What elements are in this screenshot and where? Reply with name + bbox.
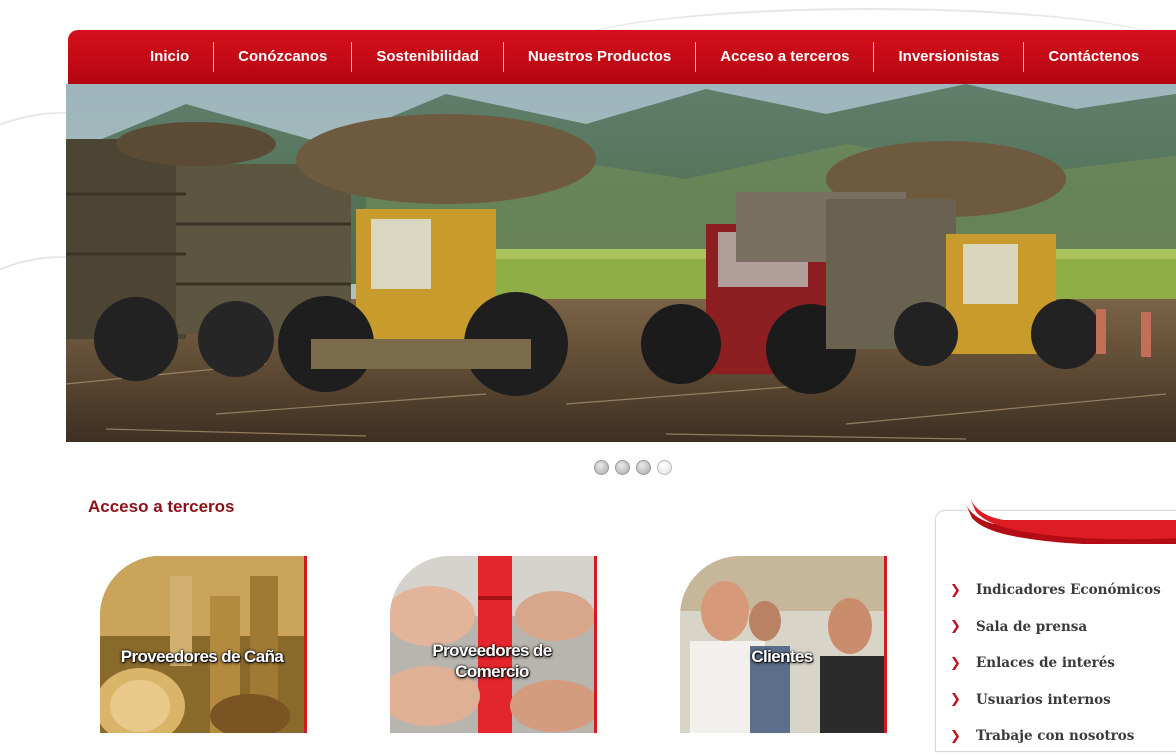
slider-dot[interactable] [594, 460, 609, 475]
chevron-right-icon: ❯ [950, 619, 961, 635]
nav-item-inicio[interactable]: Inicio [124, 42, 213, 72]
slider-dot[interactable] [636, 460, 651, 475]
section-title: Acceso a terceros [88, 497, 235, 516]
ribbon-decoration [964, 498, 1176, 544]
card-proveedores-comercio[interactable]: Proveedores de Comercio [390, 556, 597, 733]
nav-item-conozcanos[interactable]: Conózcanos [213, 42, 351, 72]
card-label: Proveedores de Caña [100, 646, 304, 667]
card-proveedores-cana[interactable]: Proveedores de Caña [100, 556, 307, 733]
sidebar-item-enlaces-de-interes[interactable]: ❯ Enlaces de interés [950, 645, 1161, 682]
main-nav: Inicio Conózcanos Sostenibilidad Nuestro… [68, 30, 1176, 84]
card-image [100, 556, 304, 733]
slider-dots [594, 460, 672, 475]
card-label-line: Comercio [455, 662, 529, 681]
slider-dot-active[interactable] [657, 460, 672, 475]
nav-item-inversionistas[interactable]: Inversionistas [873, 42, 1023, 72]
card-label-line: Proveedores de [432, 641, 552, 660]
sidebar-item-sala-de-prensa[interactable]: ❯ Sala de prensa [950, 609, 1161, 646]
card-image [680, 556, 884, 733]
chevron-right-icon: ❯ [950, 582, 961, 598]
sidebar-item-trabaje-con-nosotros[interactable]: ❯ Trabaje con nosotros [950, 718, 1161, 755]
chevron-right-icon: ❯ [950, 655, 961, 671]
card-label: Clientes [680, 646, 884, 667]
hero-image [66, 84, 1176, 442]
sidebar-item-label: Enlaces de interés [976, 655, 1115, 672]
card-label-line: Proveedores de Caña [120, 647, 284, 666]
sidebar-item-label: Usuarios internos [976, 691, 1111, 708]
nav-item-acceso-a-terceros[interactable]: Acceso a terceros [695, 42, 873, 72]
sidebar-item-label: Indicadores Económicos [976, 582, 1161, 599]
chevron-right-icon: ❯ [950, 692, 961, 708]
nav-item-sostenibilidad[interactable]: Sostenibilidad [351, 42, 503, 72]
slider-dot[interactable] [615, 460, 630, 475]
sidebar-links: ❯ Indicadores Económicos ❯ Sala de prens… [950, 572, 1161, 755]
nav-item-nuestros-productos[interactable]: Nuestros Productos [502, 42, 695, 72]
card-label-line: Clientes [751, 647, 813, 666]
sidebar-item-usuarios-internos[interactable]: ❯ Usuarios internos [950, 682, 1161, 719]
nav-item-contactenos[interactable]: Contáctenos [1023, 42, 1163, 72]
card-clientes[interactable]: Clientes [680, 556, 887, 733]
hero-banner[interactable] [66, 84, 1176, 442]
sidebar-item-label: Trabaje con nosotros [976, 728, 1135, 745]
sidebar-item-label: Sala de prensa [976, 618, 1088, 635]
card-label: Proveedores de Comercio [390, 640, 594, 682]
chevron-right-icon: ❯ [950, 728, 961, 744]
sidebar-item-indicadores-economicos[interactable]: ❯ Indicadores Económicos [950, 572, 1161, 609]
